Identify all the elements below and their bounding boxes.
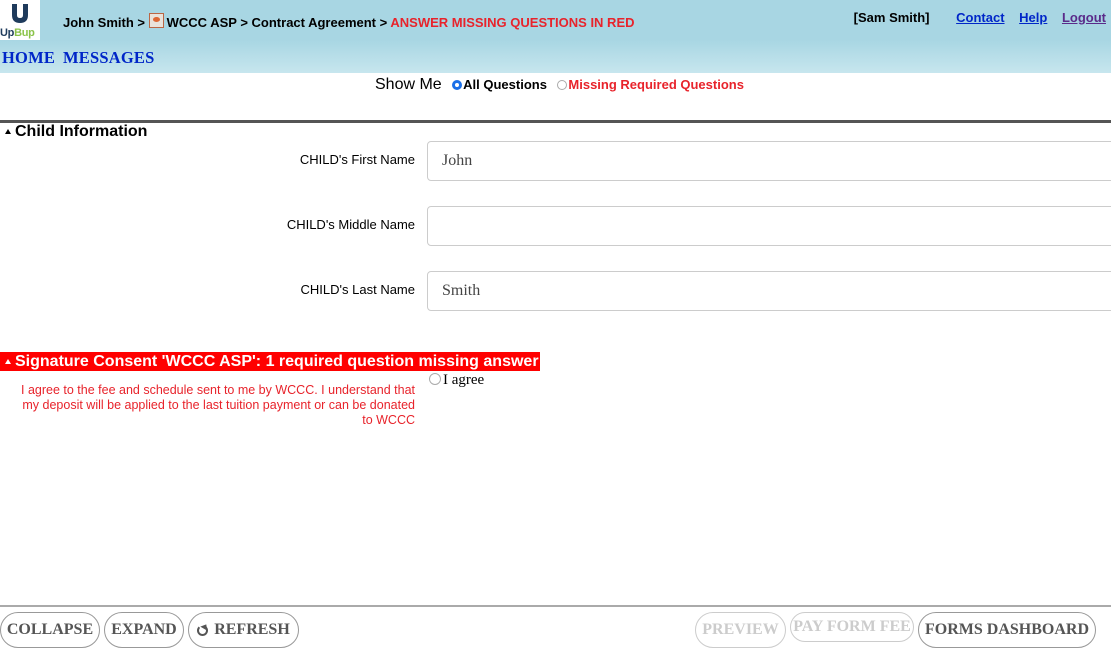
child-information-header[interactable]: Child Information xyxy=(0,123,147,141)
consent-question: I agree to the fee and schedule sent to … xyxy=(21,383,415,427)
logo-wordmark: UpBup xyxy=(0,27,35,39)
filter-label: Show Me xyxy=(375,76,442,93)
agree-option[interactable]: I agree xyxy=(429,372,484,389)
breadcrumb: John Smith > WCCC ASP > Contract Agreeme… xyxy=(63,13,635,30)
school-logo-icon xyxy=(148,13,164,28)
missing-questions-radio[interactable] xyxy=(557,80,568,90)
refresh-button[interactable]: REFRESH xyxy=(188,612,299,648)
upbup-logo[interactable]: UpBup xyxy=(0,0,40,40)
refresh-icon xyxy=(197,624,209,636)
logo-mark-icon xyxy=(12,4,28,23)
middle-name-input[interactable] xyxy=(427,206,1111,246)
account-nav: [Sam Smith] Contact Help Logout xyxy=(854,10,1106,25)
collapse-triangle-icon xyxy=(5,359,11,364)
middle-name-label: CHILD's Middle Name xyxy=(286,217,415,232)
breadcrumb-user[interactable]: John Smith xyxy=(63,15,134,30)
help-link[interactable]: Help xyxy=(1019,10,1047,25)
pay-form-fee-button[interactable]: PAY FORM FEE xyxy=(790,612,914,642)
all-questions-label[interactable]: All Questions xyxy=(463,77,547,92)
missing-questions-warning: ANSWER MISSING QUESTIONS IN RED xyxy=(390,15,635,30)
first-name-input[interactable]: John xyxy=(427,141,1111,181)
missing-questions-label[interactable]: Missing Required Questions xyxy=(568,77,744,92)
section-divider xyxy=(0,120,1111,123)
last-name-label: CHILD's Last Name xyxy=(300,282,415,297)
messages-link[interactable]: MESSAGES xyxy=(63,48,154,68)
expand-button[interactable]: EXPAND xyxy=(104,612,184,648)
menu-bar: HOME MESSAGES xyxy=(0,40,1111,73)
signature-consent-header[interactable]: Signature Consent 'WCCC ASP': 1 required… xyxy=(0,352,540,371)
contact-link[interactable]: Contact xyxy=(956,10,1004,25)
home-link[interactable]: HOME xyxy=(2,48,55,68)
collapse-button[interactable]: COLLAPSE xyxy=(0,612,100,648)
first-name-label: CHILD's First Name xyxy=(299,152,415,167)
preview-button[interactable]: PREVIEW xyxy=(695,612,786,648)
all-questions-radio[interactable] xyxy=(452,80,463,90)
question-filter: Show Me All Questions Missing Required Q… xyxy=(375,76,744,94)
current-user: [Sam Smith] xyxy=(853,10,930,25)
collapse-triangle-icon xyxy=(5,129,11,134)
breadcrumb-organization[interactable]: WCCC ASP xyxy=(167,15,237,30)
logout-link[interactable]: Logout xyxy=(1062,10,1106,25)
footer-divider xyxy=(0,605,1111,607)
top-bar: UpBup John Smith > WCCC ASP > Contract A… xyxy=(0,0,1111,40)
last-name-input[interactable]: Smith xyxy=(427,271,1111,311)
breadcrumb-form: Contract Agreement xyxy=(251,15,377,30)
agree-label[interactable]: I agree xyxy=(443,372,484,388)
forms-dashboard-button[interactable]: FORMS DASHBOARD xyxy=(918,612,1096,648)
agree-radio[interactable] xyxy=(429,373,441,385)
